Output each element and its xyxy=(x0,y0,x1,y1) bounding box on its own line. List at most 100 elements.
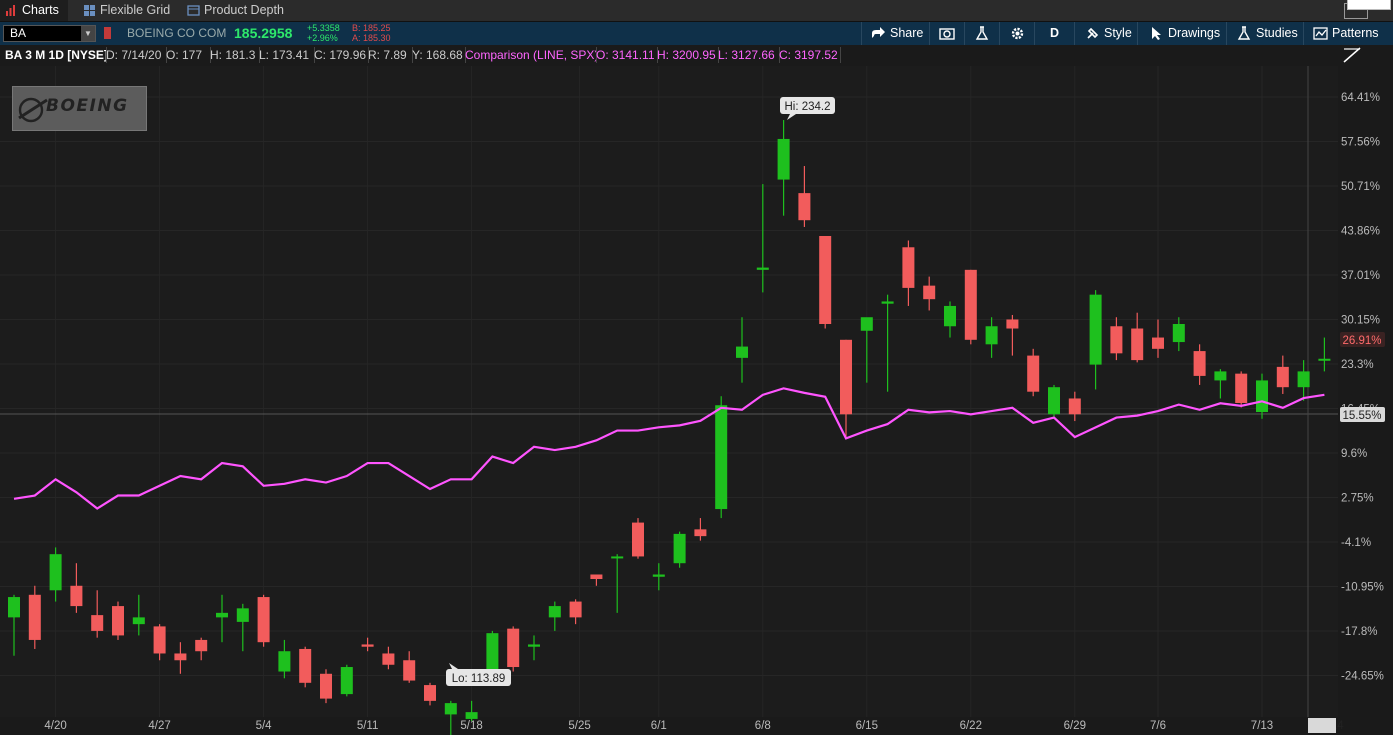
candle-body xyxy=(944,305,956,327)
chevron-down-icon[interactable]: ▼ xyxy=(81,26,95,41)
x-tick-label: 4/27 xyxy=(148,720,170,732)
bar-chart-icon xyxy=(6,5,15,16)
candle-body xyxy=(28,594,41,640)
x-tick-label: 6/29 xyxy=(1064,720,1086,732)
patterns-button[interactable]: Patterns xyxy=(1303,22,1385,45)
candle-body xyxy=(528,644,540,647)
time-axis xyxy=(0,717,1338,735)
candle-body xyxy=(216,612,228,618)
boeing-logo-icon xyxy=(18,97,48,123)
aggregation-button[interactable]: D xyxy=(1034,22,1074,45)
comparison-low: L: 3127.66 xyxy=(715,47,780,63)
candle-body xyxy=(1318,358,1331,361)
candle-body xyxy=(632,522,644,557)
tab-charts[interactable]: Charts xyxy=(0,0,68,21)
candle-body xyxy=(1214,371,1227,381)
drawings-button[interactable]: Drawings xyxy=(1137,22,1226,45)
x-tick-label: 6/22 xyxy=(960,720,982,732)
x-tick-label: 6/1 xyxy=(651,720,667,732)
y-tick-label: -24.65% xyxy=(1341,671,1384,683)
candle xyxy=(257,594,270,647)
tab-flexible-grid[interactable]: Flexible Grid xyxy=(78,0,174,21)
price-chart[interactable]: 64.41% 57.56% 50.71% 43.86% 37.01% 30.15% 23.3… xyxy=(0,66,1393,735)
current-value-label: 26.91% xyxy=(1342,335,1381,347)
expand-chart-icon[interactable] xyxy=(1342,46,1362,64)
lo-label: Lo: 113.89 xyxy=(452,673,506,685)
y-tick-label: 57.56% xyxy=(1341,137,1380,149)
share-button[interactable]: Share xyxy=(861,22,929,45)
y-tick-label: 9.6% xyxy=(1341,448,1367,460)
y-tick-label: 50.71% xyxy=(1341,181,1380,193)
candle xyxy=(715,396,728,519)
candle-body xyxy=(736,346,748,358)
style-button[interactable]: Style xyxy=(1074,22,1137,45)
candle xyxy=(340,664,353,697)
candle-body xyxy=(1297,371,1310,388)
candle-body xyxy=(1172,324,1185,343)
candle xyxy=(1256,373,1268,419)
gear-icon xyxy=(1011,27,1024,40)
candle-body xyxy=(1110,326,1123,354)
candle-body xyxy=(1006,319,1019,329)
change-value: +5.3358 xyxy=(307,23,340,33)
candle-body xyxy=(902,247,915,288)
settings-button[interactable] xyxy=(999,22,1034,45)
studies-label: Studies xyxy=(1256,26,1298,40)
candle-body xyxy=(507,628,520,668)
candle-body xyxy=(278,651,291,672)
candle-body xyxy=(236,608,249,622)
info-range: R: 7.89 xyxy=(365,47,413,63)
candle-body xyxy=(174,653,187,661)
bid-ask: B: 185.25 A: 185.30 xyxy=(352,23,391,43)
cursor-icon xyxy=(1152,27,1161,40)
studies-button[interactable]: Studies xyxy=(1226,22,1303,45)
comparison-label[interactable]: Comparison (LINE, SPX) xyxy=(462,47,597,63)
candle-body xyxy=(112,606,124,636)
candle-body xyxy=(548,606,561,618)
comparison-open: O: 3141.11 xyxy=(593,47,658,63)
x-tick-label: 7/6 xyxy=(1150,720,1166,732)
candle-body xyxy=(569,601,582,618)
link-color-icon[interactable] xyxy=(104,27,111,39)
y-tick-label: 43.86% xyxy=(1341,226,1380,238)
candle-body xyxy=(424,685,436,701)
candle-body xyxy=(340,667,353,695)
tab-product-depth[interactable]: Product Depth xyxy=(182,0,286,21)
x-tick-label: 6/8 xyxy=(755,720,771,732)
info-date: D: 7/14/20 xyxy=(103,47,167,63)
candle-body xyxy=(985,326,998,345)
info-close: C: 179.96 xyxy=(311,47,369,63)
candle-body xyxy=(1193,351,1206,376)
info-y: Y: 168.68 xyxy=(409,47,466,63)
snapshot-button[interactable] xyxy=(929,22,964,45)
flask-icon xyxy=(1237,26,1251,40)
x-tick-label: 5/25 xyxy=(568,720,590,732)
bid-value: B: 185.25 xyxy=(352,23,391,33)
chart-info-bar: BA 3 M 1D [NYSE] D: 7/14/20 O: 177 H: 18… xyxy=(0,45,1393,67)
share-icon xyxy=(872,27,885,38)
candle-body xyxy=(132,617,145,625)
tab-bar: Charts Flexible Grid Product Depth xyxy=(0,0,1393,22)
ask-value: A: 185.30 xyxy=(352,33,391,43)
candle-body xyxy=(1027,355,1040,392)
x-tick-label: 6/15 xyxy=(856,720,878,732)
tab-label: Product Depth xyxy=(204,3,284,17)
candle-body xyxy=(590,574,603,580)
candle-body xyxy=(1089,294,1102,365)
brush-icon xyxy=(1087,27,1099,39)
candle-body xyxy=(70,585,83,607)
candle-body xyxy=(49,554,62,591)
candle-body xyxy=(465,712,478,719)
candle-body xyxy=(860,317,873,331)
y-tick-label: 37.01% xyxy=(1341,270,1380,282)
candle-body xyxy=(1131,328,1144,361)
x-tick-label: 5/11 xyxy=(357,720,379,732)
candle-body xyxy=(1256,380,1268,413)
y-tick-label: 23.3% xyxy=(1341,359,1374,371)
last-price: 185.2958 xyxy=(234,25,293,41)
symbol-input[interactable]: BA ▼ xyxy=(3,25,96,42)
flask-button[interactable] xyxy=(964,22,999,45)
comparison-value-tag: 15.55% xyxy=(1340,407,1385,422)
camera-icon xyxy=(939,28,955,40)
window-control[interactable] xyxy=(1347,0,1391,10)
